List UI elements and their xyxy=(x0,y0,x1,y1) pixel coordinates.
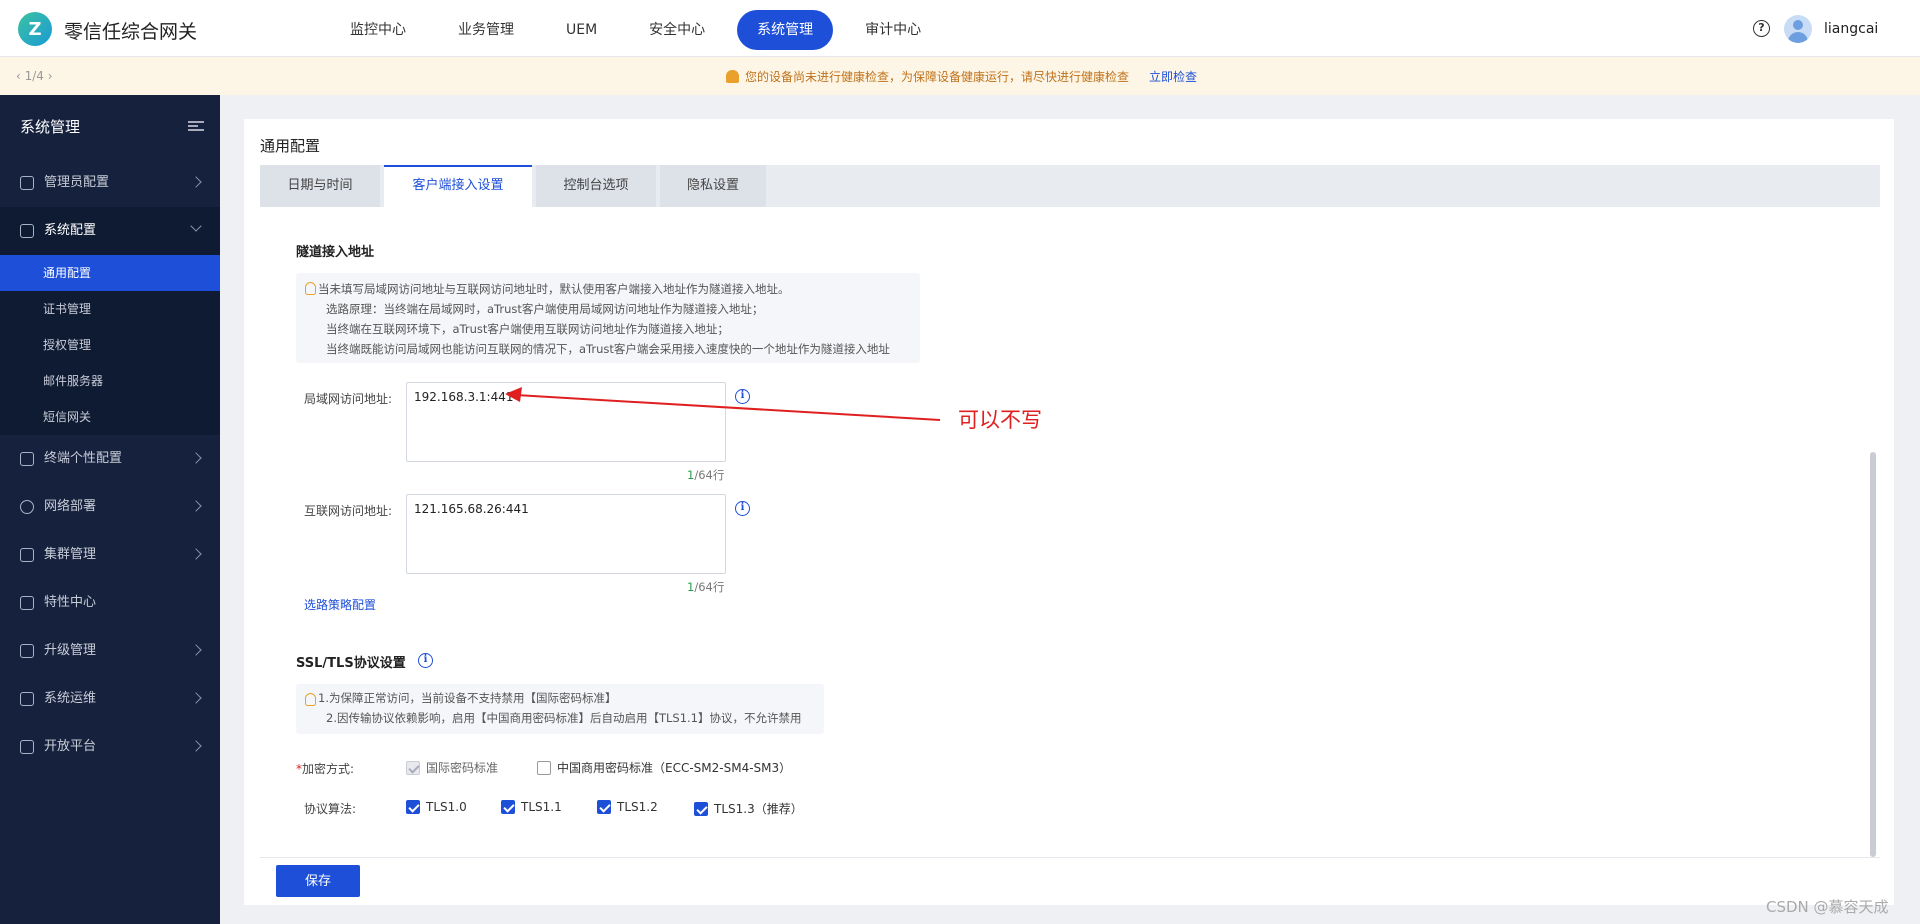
help-icon[interactable]: ? xyxy=(1753,20,1770,37)
china-standard-checkbox[interactable]: 中国商用密码标准（ECC-SM2-SM4-SM3） xyxy=(537,759,791,776)
platform-icon xyxy=(20,740,34,754)
top-bar: Z 零信任综合网关 监控中心 业务管理 UEM 安全中心 系统管理 审计中心 ?… xyxy=(0,0,1920,57)
watermark: CSDN @慕容天成 xyxy=(1766,898,1889,916)
tls10-checkbox[interactable]: TLS1.0 xyxy=(406,800,467,814)
tab-client-access[interactable]: 客户端接入设置 xyxy=(384,165,532,207)
chevron-right-icon xyxy=(190,740,202,752)
save-button[interactable]: 保存 xyxy=(276,865,360,897)
nav-system[interactable]: 系统管理 xyxy=(737,10,834,50)
chevron-right-icon xyxy=(190,452,202,464)
sidebar-item-ops[interactable]: 系统运维 xyxy=(0,675,220,723)
sidebar-subitem-sms[interactable]: 短信网关 xyxy=(0,399,220,435)
lan-address-label: 局域网访问地址: xyxy=(304,392,393,406)
chevron-right-icon xyxy=(190,548,202,560)
upload-icon xyxy=(20,644,34,658)
annotation-text: 可以不写 xyxy=(958,408,1042,432)
lightbulb-icon xyxy=(305,693,316,706)
device-icon xyxy=(20,452,34,466)
chevron-right-icon xyxy=(190,644,202,656)
sidebar-subitem-cert[interactable]: 证书管理 xyxy=(0,291,220,327)
health-check-link[interactable]: 立即检查 xyxy=(1149,68,1197,85)
nav-audit[interactable]: 审计中心 xyxy=(845,10,941,50)
annotation-arrow xyxy=(505,387,941,421)
sidebar-subitem-general[interactable]: 通用配置 xyxy=(0,255,220,291)
tab-bar: 日期与时间 客户端接入设置 控制台选项 隐私设置 xyxy=(260,165,1880,207)
tab-console-options[interactable]: 控制台选项 xyxy=(536,165,656,207)
sidebar-item-upgrade[interactable]: 升级管理 xyxy=(0,627,220,675)
gear-icon xyxy=(20,224,34,238)
notice-text: 您的设备尚未进行健康检查，为保障设备健康运行，请尽快进行健康检查 xyxy=(745,70,1130,84)
main-nav: 监控中心 业务管理 UEM 安全中心 系统管理 审计中心 xyxy=(330,10,953,50)
tab-privacy[interactable]: 隐私设置 xyxy=(660,165,766,207)
tls12-checkbox[interactable]: TLS1.2 xyxy=(597,800,658,814)
lightbulb-icon xyxy=(305,282,316,295)
grid-icon xyxy=(20,596,34,610)
chevron-right-icon xyxy=(190,176,202,188)
sidebar-item-terminal[interactable]: 终端个性配置 xyxy=(0,435,220,483)
encrypt-method-label: *加密方式: xyxy=(296,762,355,776)
tab-datetime[interactable]: 日期与时间 xyxy=(260,165,380,207)
bell-icon xyxy=(726,70,739,83)
divider xyxy=(260,857,1880,858)
username[interactable]: liangcai xyxy=(1824,21,1878,37)
user-icon xyxy=(20,176,34,190)
sidebar-item-cluster[interactable]: 集群管理 xyxy=(0,531,220,579)
cluster-icon xyxy=(20,548,34,562)
globe-icon xyxy=(20,500,34,514)
nav-monitor[interactable]: 监控中心 xyxy=(330,10,426,50)
brand-name: 零信任综合网关 xyxy=(64,21,198,43)
sidebar-subitem-mail[interactable]: 邮件服务器 xyxy=(0,363,220,399)
nav-security[interactable]: 安全中心 xyxy=(629,10,725,50)
sidebar-item-admin[interactable]: 管理员配置 xyxy=(0,159,220,207)
vertical-scrollbar[interactable] xyxy=(1870,452,1876,857)
nav-uem[interactable]: UEM xyxy=(546,10,617,50)
chevron-right-icon xyxy=(190,500,202,512)
nav-business[interactable]: 业务管理 xyxy=(438,10,534,50)
sidebar: 系统管理 管理员配置 系统配置 通用配置 证书管理 授权管理 邮件服务器 短信网… xyxy=(0,95,220,924)
sidebar-subitem-license[interactable]: 授权管理 xyxy=(0,327,220,363)
tunnel-section-heading: 隧道接入地址 xyxy=(296,245,375,260)
sidebar-item-platform[interactable]: 开放平台 xyxy=(0,723,220,771)
wan-address-input[interactable]: 121.165.68.26:441 xyxy=(406,494,726,574)
sidebar-title: 系统管理 xyxy=(20,118,81,136)
content-panel: 通用配置 日期与时间 客户端接入设置 控制台选项 隐私设置 隧道接入地址 当未填… xyxy=(244,119,1894,905)
chevron-down-icon xyxy=(190,220,202,232)
notice-pager[interactable]: ‹ 1/4 › xyxy=(16,69,53,83)
ssl-tip-box: 1.为保障正常访问，当前设备不支持禁用【国际密码标准】 2.因传输协议依赖影响，… xyxy=(296,684,824,734)
info-icon[interactable]: i xyxy=(735,501,750,516)
sidebar-item-system-config[interactable]: 系统配置 xyxy=(0,207,220,255)
ssl-section-heading: SSL/TLS协议设置 xyxy=(296,656,406,671)
lan-line-counter: 1/64行 xyxy=(687,468,725,482)
route-policy-link[interactable]: 选路策略配置 xyxy=(304,596,376,613)
logo-icon: Z xyxy=(18,12,52,46)
collapse-menu-icon[interactable] xyxy=(188,121,204,131)
intl-standard-checkbox: 国际密码标准 xyxy=(406,759,498,776)
tls11-checkbox[interactable]: TLS1.1 xyxy=(501,800,562,814)
notice-bar: ‹ 1/4 › 您的设备尚未进行健康检查，为保障设备健康运行，请尽快进行健康检查… xyxy=(0,57,1920,95)
sidebar-item-network[interactable]: 网络部署 xyxy=(0,483,220,531)
info-icon[interactable]: i xyxy=(418,653,433,668)
wan-address-label: 互联网访问地址: xyxy=(304,504,393,518)
avatar[interactable] xyxy=(1784,15,1812,43)
wan-line-counter: 1/64行 xyxy=(687,580,725,594)
tunnel-tip-box: 当未填写局域网访问地址与互联网访问地址时，默认使用客户端接入地址作为隧道接入地址… xyxy=(296,273,920,363)
tls13-checkbox[interactable]: TLS1.3（推荐） xyxy=(694,800,803,817)
page-title: 通用配置 xyxy=(260,137,321,155)
sidebar-item-features[interactable]: 特性中心 xyxy=(0,579,220,627)
monitor-icon xyxy=(20,692,34,706)
protocol-label: 协议算法: xyxy=(304,802,357,816)
chevron-right-icon xyxy=(190,692,202,704)
